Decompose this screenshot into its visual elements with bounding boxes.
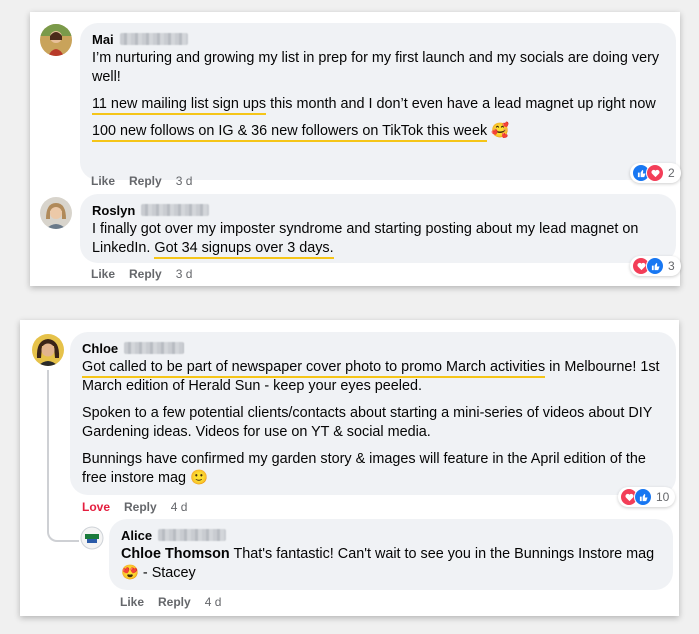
love-button[interactable]: Love xyxy=(82,500,110,514)
redacted-surname xyxy=(119,33,188,45)
avatar-alice[interactable] xyxy=(80,526,104,550)
author-name[interactable]: Roslyn xyxy=(92,203,135,218)
comment-paragraph: Spoken to a few potential clients/contac… xyxy=(82,405,653,440)
highlighted-text: 11 new mailing list sign ups xyxy=(92,96,267,115)
avatar-roslyn[interactable] xyxy=(40,197,72,229)
comment-paragraph: I’m nurturing and growing my list in pre… xyxy=(92,50,660,85)
like-button[interactable]: Like xyxy=(91,174,115,188)
smiley-emoji: 🙂 xyxy=(189,470,208,486)
smiling-hearts-emoji: 🥰 xyxy=(491,123,510,139)
reaction-summary[interactable]: 3 xyxy=(630,256,681,276)
comment-actions: Like Reply 3 d xyxy=(91,174,192,188)
comment-paragraph: Got called to be part of newspaper cover… xyxy=(82,358,664,396)
reaction-count: 10 xyxy=(656,490,670,504)
love-reaction-icon xyxy=(646,164,664,182)
author-name[interactable]: Chloe xyxy=(82,341,118,356)
comment-text: That's fantastic! Can't wait to see you … xyxy=(229,546,655,562)
reaction-summary[interactable]: 2 xyxy=(630,163,681,183)
mention-link[interactable]: Chloe Thomson xyxy=(121,546,230,562)
reply-button[interactable]: Reply xyxy=(124,500,157,514)
comment-actions: Love Reply 4 d xyxy=(82,500,187,514)
comment-bubble-mai: Mai I’m nurturing and growing my list in… xyxy=(80,23,676,180)
comment-bubble-roslyn: Roslyn I finally got over my imposter sy… xyxy=(80,194,676,263)
like-reaction-icon xyxy=(646,257,664,275)
reaction-count: 3 xyxy=(668,259,675,273)
heart-eyes-emoji: 😍 xyxy=(121,565,139,581)
like-button[interactable]: Like xyxy=(120,595,144,609)
reply-actions: Like Reply 4 d xyxy=(120,595,221,609)
highlighted-text: Got 34 signups over 3 days. xyxy=(154,240,334,259)
comment-paragraph: 100 new follows on IG & 36 new followers… xyxy=(92,122,664,142)
comment-card-1: Mai I’m nurturing and growing my list in… xyxy=(30,12,681,286)
comment-text: Bunnings have confirmed my garden story … xyxy=(82,451,646,486)
avatar-chloe-image xyxy=(32,334,64,366)
avatar-chloe[interactable] xyxy=(32,334,64,366)
reply-thread-line xyxy=(47,370,79,542)
avatar-alice-image xyxy=(80,526,104,550)
reaction-count: 2 xyxy=(668,166,675,180)
timestamp[interactable]: 4 d xyxy=(205,595,222,609)
like-reaction-icon xyxy=(634,488,652,506)
redacted-surname xyxy=(158,529,227,541)
reply-bubble-alice: Alice Chloe Thomson That's fantastic! Ca… xyxy=(109,519,673,590)
reply-button[interactable]: Reply xyxy=(129,267,162,281)
comment-card-2: Chloe Got called to be part of newspaper… xyxy=(20,320,679,616)
comment-paragraph: Bunnings have confirmed my garden story … xyxy=(82,450,664,488)
reaction-summary[interactable]: 10 xyxy=(618,487,676,507)
comment-paragraph: I finally got over my imposter syndrome … xyxy=(92,220,664,259)
timestamp[interactable]: 4 d xyxy=(171,500,188,514)
avatar-roslyn-image xyxy=(40,197,72,229)
comment-paragraph: 11 new mailing list sign ups this month … xyxy=(92,95,664,115)
reply-button[interactable]: Reply xyxy=(129,174,162,188)
highlighted-text: Got called to be part of newspaper cover… xyxy=(82,359,546,378)
reply-paragraph: Chloe Thomson That's fantastic! Can't wa… xyxy=(121,545,661,583)
redacted-surname xyxy=(141,204,210,216)
avatar-mai[interactable] xyxy=(40,24,72,56)
highlighted-text: 100 new follows on IG & 36 new followers… xyxy=(92,123,488,142)
avatar-mai-image xyxy=(40,24,72,56)
redacted-surname xyxy=(124,342,185,354)
comment-actions: Like Reply 3 d xyxy=(91,267,192,281)
comment-text: this month and I don’t even have a lead … xyxy=(266,96,656,112)
author-name[interactable]: Alice xyxy=(121,528,152,543)
comment-bubble-chloe: Chloe Got called to be part of newspaper… xyxy=(70,332,676,495)
reply-button[interactable]: Reply xyxy=(158,595,191,609)
timestamp[interactable]: 3 d xyxy=(176,267,193,281)
like-button[interactable]: Like xyxy=(91,267,115,281)
author-name[interactable]: Mai xyxy=(92,32,114,47)
comment-text: - Stacey xyxy=(138,565,196,581)
timestamp[interactable]: 3 d xyxy=(176,174,193,188)
